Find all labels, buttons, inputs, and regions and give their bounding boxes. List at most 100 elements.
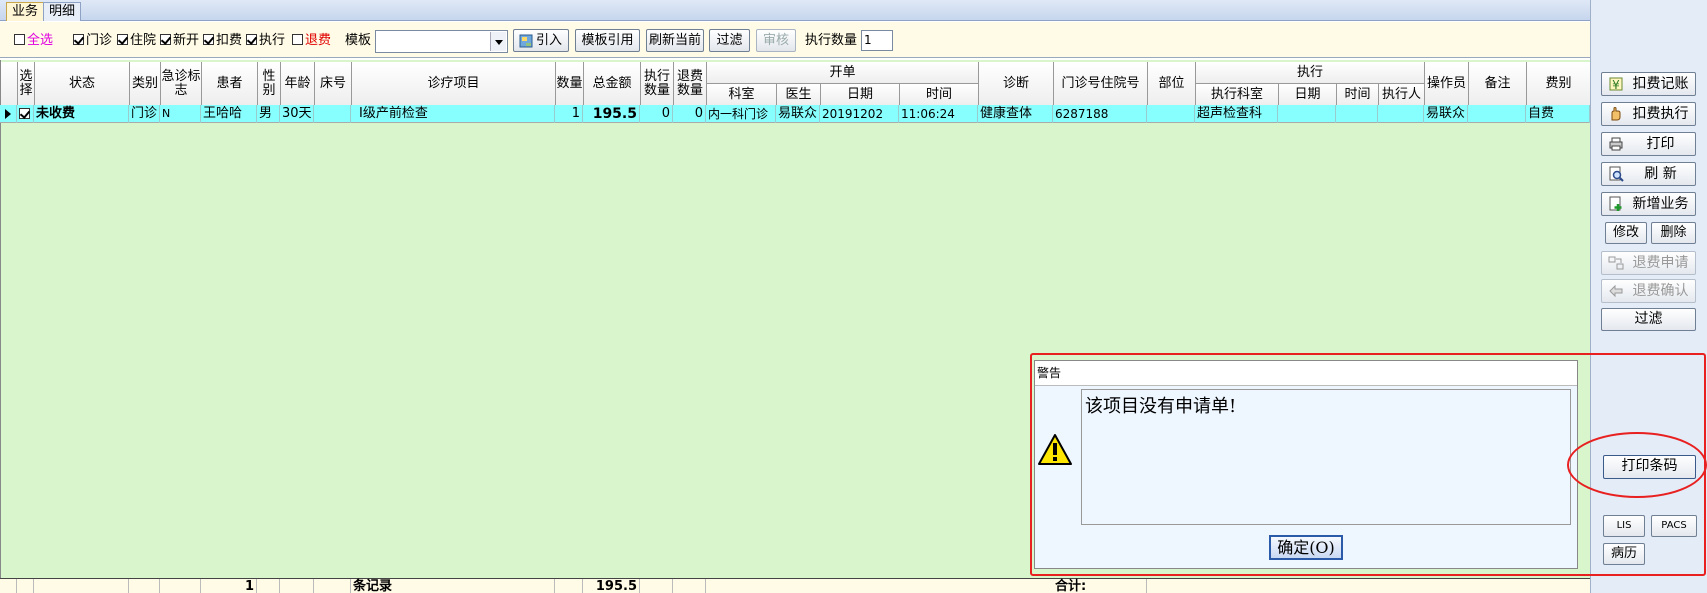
cell-qty: 1 [555, 105, 583, 123]
filter-outpatient-checkbox[interactable]: 门诊 [73, 31, 112, 51]
delete-button[interactable]: 删除 [1651, 222, 1696, 244]
cell-exec-time [1336, 105, 1378, 123]
col-age-header[interactable]: 年龄 [281, 62, 315, 106]
filter-executed-checkbox[interactable]: 执行 [246, 31, 285, 51]
col-exec-time-header[interactable]: 时间 [1337, 84, 1379, 106]
warning-dialog: 警告 该项目没有申请单! 确定(O) [1034, 360, 1578, 569]
footer-spacer [257, 579, 280, 593]
filter-button[interactable]: 过滤 [709, 29, 750, 52]
filter-charged-label: 扣费 [216, 33, 243, 48]
row-select-checkbox[interactable] [17, 105, 34, 123]
cell-exec-person [1378, 105, 1424, 123]
print-barcode-button[interactable]: 打印条码 [1603, 455, 1696, 479]
filter-new-checkbox[interactable]: 新开 [160, 31, 199, 51]
col-diagnosis-header[interactable]: 诊断 [979, 62, 1054, 106]
footer-amount-total: 195.5 [583, 579, 640, 593]
new-business-label: 新增业务 [1632, 196, 1689, 212]
col-emergency-header[interactable]: 急诊标志 [161, 62, 202, 106]
print-label: 打印 [1646, 136, 1675, 152]
cell-visit-no: 6287188 [1053, 105, 1147, 123]
col-gender-header[interactable]: 性别 [258, 62, 281, 106]
footer-spacer [314, 579, 351, 593]
col-operator-header[interactable]: 操作员 [1425, 62, 1469, 106]
chevron-down-icon[interactable] [490, 32, 506, 51]
filter-charged-checkbox[interactable]: 扣费 [203, 31, 242, 51]
refund-apply-button[interactable]: 退费申请 [1601, 251, 1696, 275]
charge-execute-button[interactable]: 扣费执行 [1601, 102, 1696, 126]
col-exec-qty-header[interactable]: 执行数量 [641, 62, 674, 106]
col-visit-no-header[interactable]: 门诊号住院号 [1054, 62, 1148, 106]
tab-detail[interactable]: 明细 [43, 2, 82, 21]
col-fee-type-header[interactable]: 费别 [1527, 62, 1591, 106]
template-ref-button[interactable]: 模板引用 [575, 29, 640, 52]
footer-spacer [0, 579, 17, 593]
action-panel: ¥ 扣费记账 扣费执行 打印 刷 新 新增业务 修改 删除 退费申请 退费确认 … [1590, 0, 1707, 593]
checkmark-icon [160, 34, 171, 45]
medical-record-button[interactable]: 病历 [1603, 543, 1645, 565]
filter-outpatient-label: 门诊 [86, 33, 113, 48]
footer-spacer [160, 579, 201, 593]
cell-age: 30天 [280, 105, 314, 123]
cell-order-doctor: 易联众 [776, 105, 820, 123]
col-item-header[interactable]: 诊疗项目 [352, 62, 556, 106]
col-order-dept-header[interactable]: 科室 [707, 84, 777, 106]
lis-button[interactable]: LIS [1603, 515, 1645, 537]
charge-record-button[interactable]: ¥ 扣费记账 [1601, 72, 1696, 96]
new-business-button[interactable]: 新增业务 [1601, 192, 1696, 216]
select-all-checkbox[interactable]: 全选 [14, 31, 53, 51]
table-row[interactable]: 未收费 门诊 N 王哈哈 男 30天 Ⅰ级产前检查 1 195.5 0 0 内一… [0, 105, 1590, 123]
refresh-button[interactable]: 刷 新 [1601, 162, 1696, 186]
print-button[interactable]: 打印 [1601, 132, 1696, 156]
cell-order-date: 20191202 [820, 105, 899, 123]
svg-text:¥: ¥ [1612, 78, 1620, 92]
refresh-current-button[interactable]: 刷新当前 [646, 29, 704, 52]
modify-button[interactable]: 修改 [1605, 222, 1647, 244]
col-exec-date-header[interactable]: 日期 [1279, 84, 1337, 106]
filter-refund-checkbox[interactable]: 退费 [292, 31, 331, 51]
footer-spacer [640, 579, 673, 593]
checkmark-icon [117, 34, 128, 45]
cell-exec-qty: 0 [640, 105, 673, 123]
col-order-time-header[interactable]: 时间 [900, 84, 979, 106]
charge-record-label: 扣费记账 [1632, 76, 1689, 92]
col-status-header[interactable]: 状态 [35, 62, 130, 106]
grid-footer: 1 条记录 195.5 合计: [0, 578, 1590, 593]
hand-icon [1611, 107, 1621, 121]
col-exec-person-header[interactable]: 执行人 [1379, 84, 1425, 106]
audit-button[interactable]: 审核 [756, 29, 796, 52]
row-pointer-icon [0, 105, 17, 123]
col-body-part-header[interactable]: 部位 [1148, 62, 1196, 106]
charge-execute-label: 扣费执行 [1632, 106, 1689, 122]
col-bed-header[interactable]: 床号 [315, 62, 352, 106]
template-select[interactable] [375, 30, 508, 53]
cell-remark [1468, 105, 1526, 123]
col-order-doctor-header[interactable]: 医生 [777, 84, 821, 106]
cell-status: 未收费 [34, 105, 129, 123]
checkmark-icon [19, 108, 30, 119]
col-refund-qty-header[interactable]: 退费数量 [674, 62, 707, 106]
filter-inpatient-checkbox[interactable]: 住院 [117, 31, 156, 51]
ok-button[interactable]: 确定(O) [1269, 535, 1343, 560]
footer-total-label: 合计: [1053, 579, 1147, 593]
col-order-date-header[interactable]: 日期 [821, 84, 900, 106]
col-select-header[interactable]: 选择 [18, 62, 35, 106]
footer-records-label: 条记录 [351, 579, 555, 593]
refund-confirm-button[interactable]: 退费确认 [1601, 279, 1696, 303]
tab-business[interactable]: 业务 [6, 2, 45, 21]
footer-spacer [34, 579, 129, 593]
col-remark-header[interactable]: 备注 [1469, 62, 1527, 106]
import-button[interactable]: 引入 [513, 29, 569, 52]
col-qty-header[interactable]: 数量 [556, 62, 584, 106]
cell-body-part [1147, 105, 1195, 123]
col-patient-header[interactable]: 患者 [202, 62, 258, 106]
exec-qty-input[interactable]: 1 [861, 30, 893, 51]
warning-icon [1038, 434, 1072, 465]
checkmark-icon [73, 34, 84, 45]
pacs-button[interactable]: PACS [1651, 515, 1697, 537]
col-amount-header[interactable]: 总金额 [584, 62, 641, 106]
cell-fee-type: 自费 [1526, 105, 1590, 123]
col-exec-dept-header[interactable]: 执行科室 [1196, 84, 1279, 106]
footer-spacer [673, 579, 706, 593]
side-filter-button[interactable]: 过滤 [1601, 308, 1696, 331]
col-category-header[interactable]: 类别 [130, 62, 161, 106]
